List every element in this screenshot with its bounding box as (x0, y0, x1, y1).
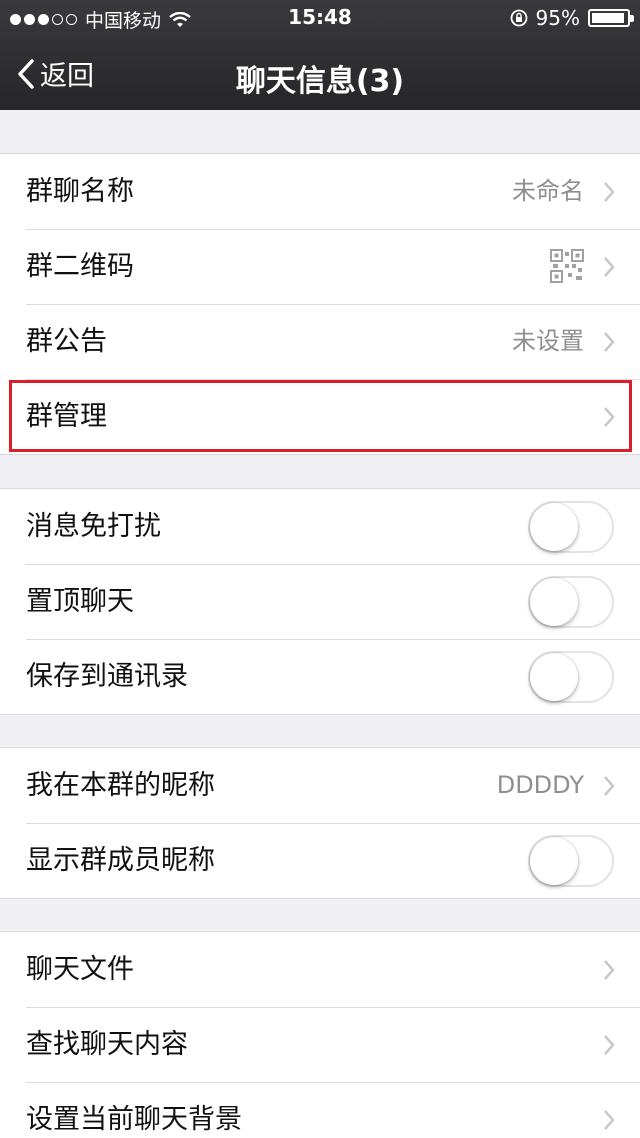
chevron-right-icon (604, 182, 615, 202)
row-label: 置顶聊天 (26, 586, 134, 617)
rotation-lock-icon (510, 9, 527, 27)
row-label: 聊天文件 (26, 954, 134, 985)
page-title: 聊天信息(3) (235, 64, 405, 99)
row-label: 显示群成员昵称 (26, 845, 215, 876)
row-label: 设置当前聊天背景 (26, 1104, 242, 1135)
chevron-right-icon (604, 257, 615, 277)
row-group-qr-code[interactable]: 群二维码 (0, 229, 640, 304)
row-my-nickname[interactable]: 我在本群的昵称 DDDDY (0, 748, 640, 823)
row-label: 保存到通讯录 (26, 661, 188, 692)
row-group-name[interactable]: 群聊名称 未命名 (0, 154, 640, 229)
row-group-announcement[interactable]: 群公告 未设置 (0, 304, 640, 379)
row-label: 我在本群的昵称 (26, 770, 215, 801)
row-mute-notifications: 消息免打扰 (0, 489, 640, 564)
toggle-knob (530, 653, 578, 701)
show-member-nicknames-toggle[interactable] (528, 835, 614, 887)
chevron-right-icon (604, 332, 615, 352)
chat-settings-section: 消息免打扰 置顶聊天 保存到通讯录 (0, 488, 640, 715)
battery-fill (592, 13, 625, 23)
nickname-section: 我在本群的昵称 DDDDY 显示群成员昵称 (0, 747, 640, 899)
row-value: 未命名 (512, 177, 584, 205)
pin-chat-toggle[interactable] (528, 576, 614, 628)
row-value: 未设置 (512, 327, 584, 355)
save-to-contacts-toggle[interactable] (528, 651, 614, 703)
toggle-knob (530, 578, 578, 626)
row-search-chat-content[interactable]: 查找聊天内容 (0, 1007, 640, 1082)
toggle-knob (530, 837, 578, 885)
chevron-right-icon (604, 1110, 615, 1130)
nav-bar: 返回 聊天信息(3) (0, 36, 640, 110)
status-right: 95% (510, 6, 634, 30)
toggle-knob (530, 503, 578, 551)
row-label: 群聊名称 (26, 176, 134, 207)
chevron-right-icon (604, 960, 615, 980)
row-save-to-contacts: 保存到通讯录 (0, 639, 640, 714)
battery-icon (588, 9, 634, 27)
row-chat-background[interactable]: 设置当前聊天背景 (0, 1082, 640, 1138)
row-label: 查找聊天内容 (26, 1029, 188, 1060)
mute-notifications-toggle[interactable] (528, 501, 614, 553)
row-pin-chat: 置顶聊天 (0, 564, 640, 639)
row-label: 群二维码 (26, 251, 134, 282)
row-label: 消息免打扰 (26, 511, 161, 542)
row-show-member-nicknames: 显示群成员昵称 (0, 823, 640, 898)
row-value: DDDDY (496, 771, 584, 799)
chevron-right-icon (604, 1035, 615, 1055)
top-bar: 中国移动 15:48 95% 返回 聊天信息(3) (0, 0, 640, 110)
battery-percent: 95% (535, 6, 580, 30)
chevron-right-icon (604, 776, 615, 796)
status-bar: 中国移动 15:48 95% (0, 0, 640, 36)
row-chat-files[interactable]: 聊天文件 (0, 932, 640, 1007)
chat-content-section: 聊天文件 查找聊天内容 设置当前聊天背景 (0, 931, 640, 1138)
highlight-annotation-box (9, 380, 632, 452)
qr-code-icon (550, 249, 584, 283)
row-label: 群公告 (26, 326, 107, 357)
